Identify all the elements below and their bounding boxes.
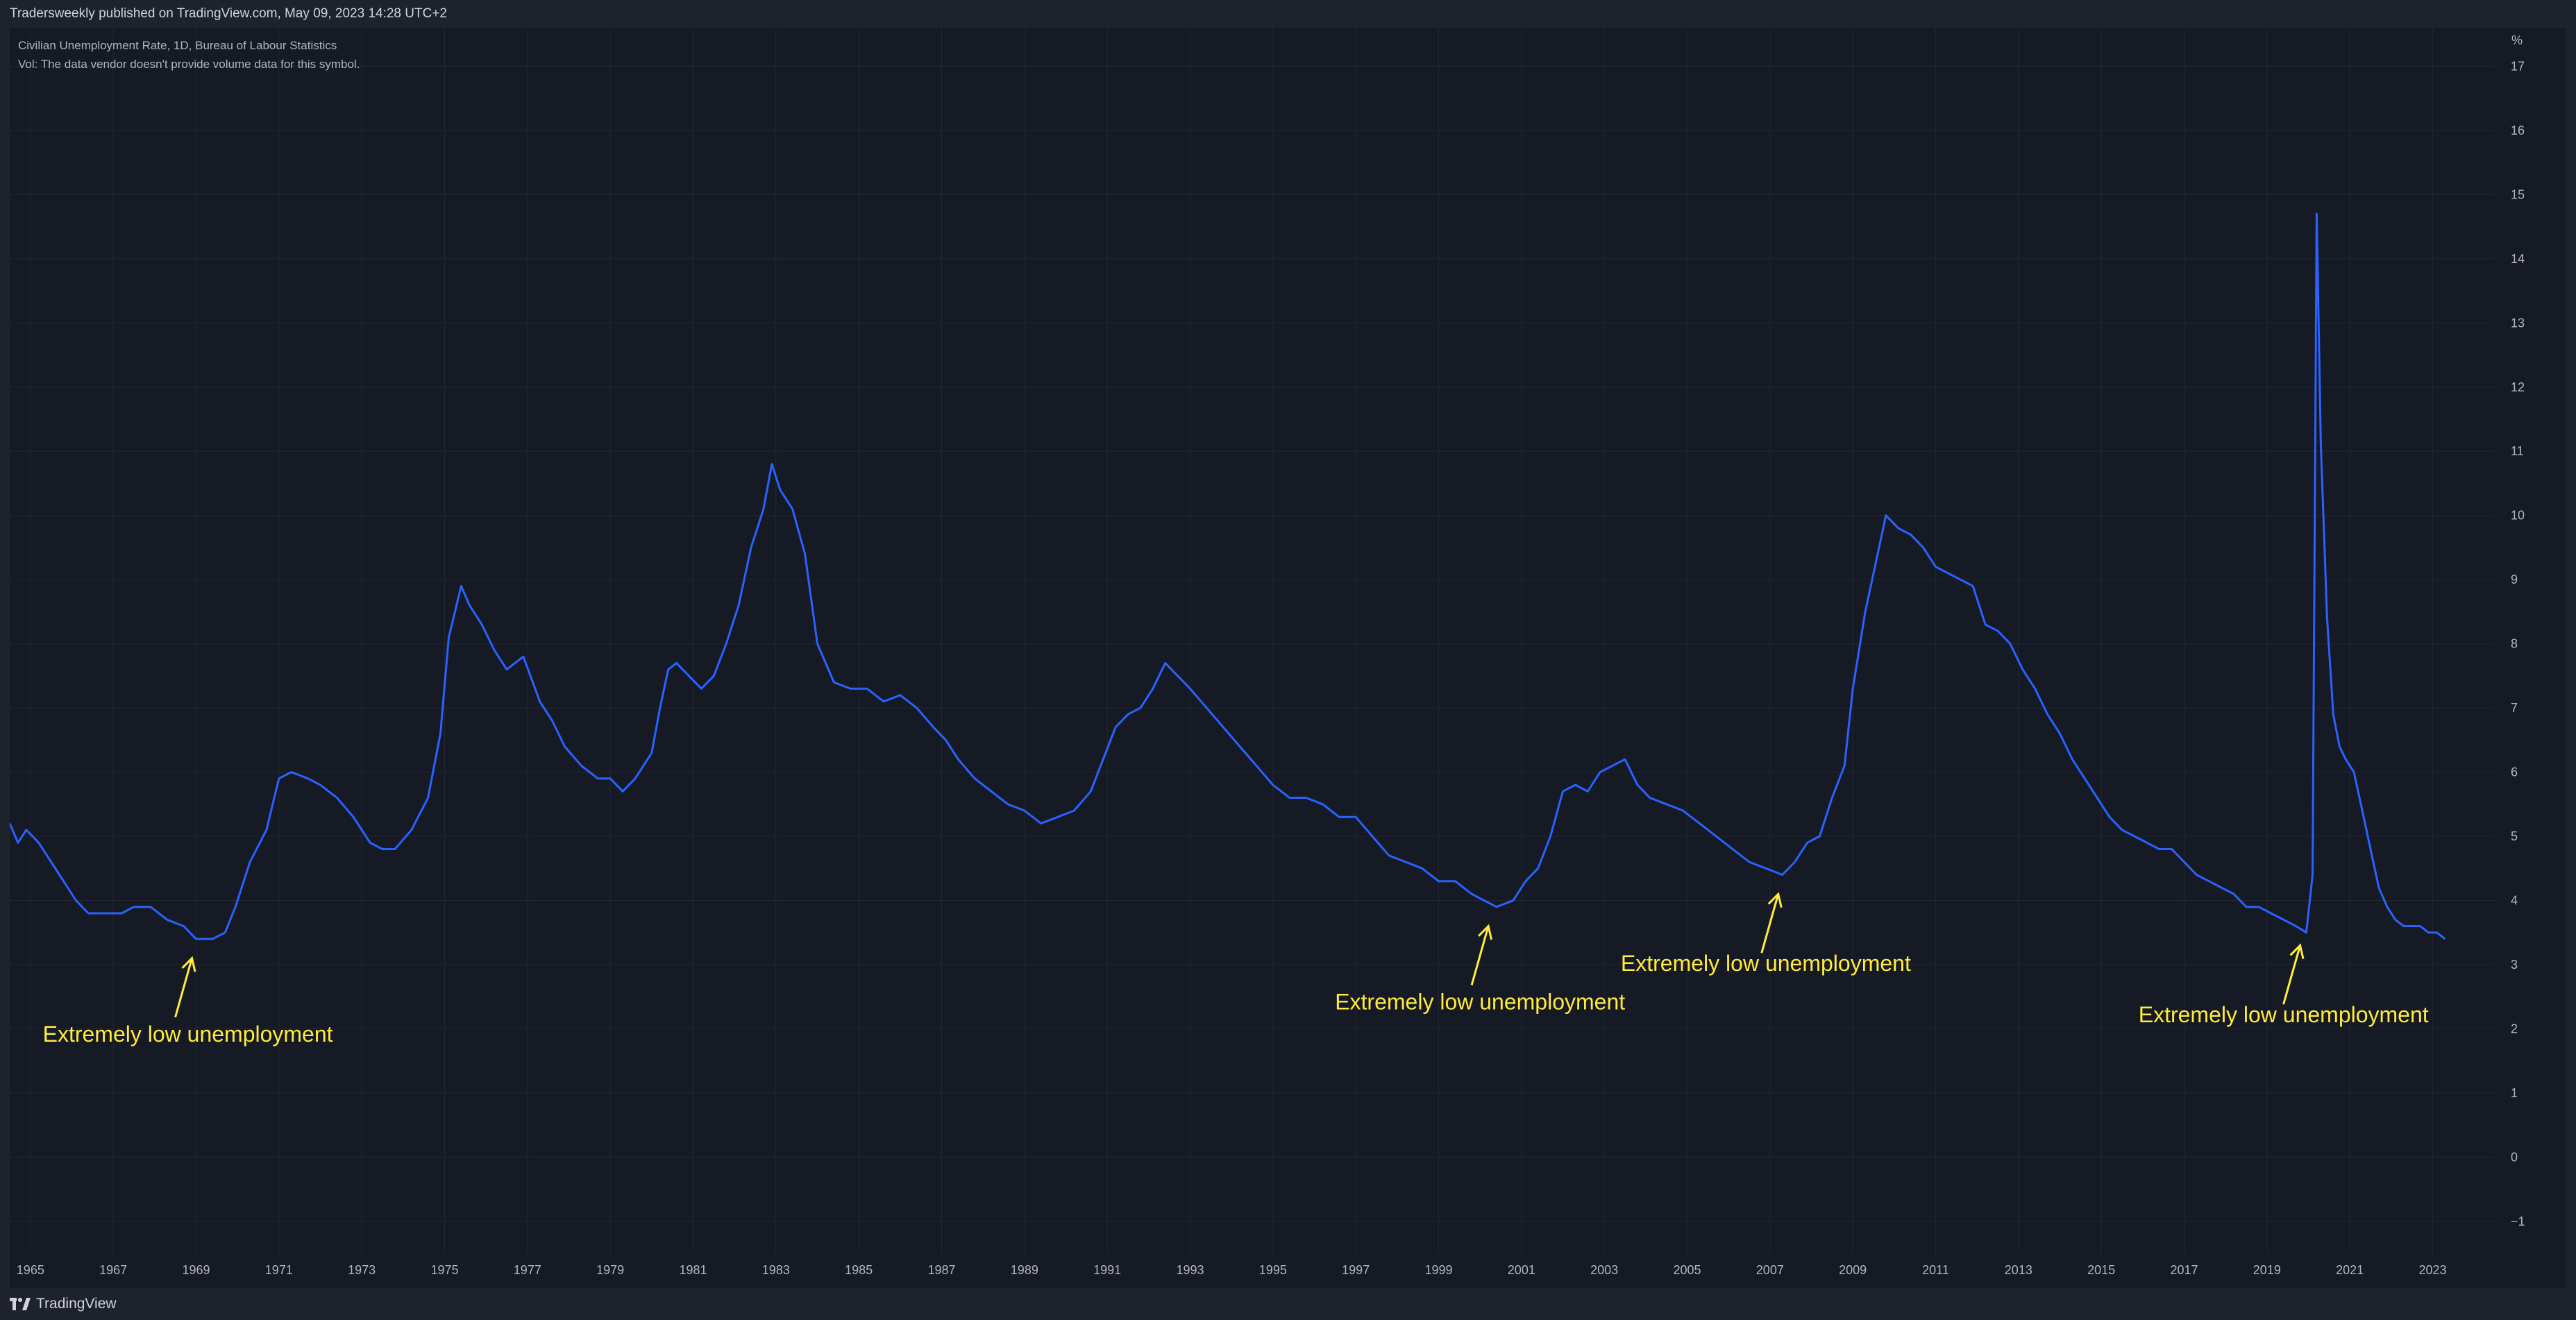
x-tick-label: 2019: [2253, 1263, 2281, 1277]
y-tick-label: 9: [2511, 573, 2518, 586]
annotation-layer: Extremely low unemployment Extremely low …: [43, 892, 2429, 1047]
y-axis[interactable]: −101234567891011121314151617: [2511, 59, 2525, 1228]
y-tick-label: 4: [2511, 893, 2518, 907]
x-tick-label: 1999: [1424, 1263, 1452, 1277]
x-tick-label: 1969: [182, 1263, 210, 1277]
y-tick-label: 6: [2511, 765, 2518, 779]
y-tick-label: 5: [2511, 829, 2518, 843]
annotation-label: Extremely low unemployment: [1621, 951, 1911, 976]
y-tick-label: 14: [2511, 252, 2525, 266]
x-tick-label: 1981: [679, 1263, 707, 1277]
x-tick-label: 2009: [1839, 1263, 1867, 1277]
y-tick-label: 17: [2511, 59, 2525, 73]
published-text: Tradersweekly published on TradingView.c…: [10, 6, 447, 21]
y-tick-label: 7: [2511, 701, 2518, 715]
annotation-label: Extremely low unemployment: [43, 1022, 333, 1047]
x-tick-label: 1989: [1011, 1263, 1038, 1277]
x-tick-label: 1985: [845, 1263, 873, 1277]
x-tick-label: 1987: [927, 1263, 955, 1277]
x-tick-label: 1979: [596, 1263, 624, 1277]
y-axis-unit-label: %: [2511, 33, 2523, 47]
x-tick-label: 1991: [1093, 1263, 1121, 1277]
y-tick-label: 8: [2511, 637, 2518, 651]
y-tick-label: 13: [2511, 316, 2525, 330]
x-tick-label: 2011: [1922, 1263, 1949, 1277]
y-tick-label: 1: [2511, 1086, 2518, 1100]
x-tick-label: 2015: [2087, 1263, 2115, 1277]
x-tick-label: 2023: [2418, 1263, 2446, 1277]
y-tick-label: −1: [2511, 1215, 2525, 1228]
x-tick-label: 1995: [1259, 1263, 1287, 1277]
x-tick-label: 1977: [514, 1263, 541, 1277]
x-tick-label: 2005: [1673, 1263, 1701, 1277]
grid-layer: [10, 28, 2495, 1253]
annotation-label: Extremely low unemployment: [2139, 1002, 2429, 1027]
y-tick-label: 0: [2511, 1150, 2518, 1164]
tradingview-logo-icon: [10, 1298, 31, 1310]
chart-pane[interactable]: Extremely low unemployment Extremely low …: [10, 28, 2566, 1288]
x-tick-label: 1971: [265, 1263, 293, 1277]
x-tick-label: 2003: [1590, 1263, 1618, 1277]
x-tick-label: 1973: [348, 1263, 376, 1277]
x-tick-label: 1965: [17, 1263, 44, 1277]
y-tick-label: 3: [2511, 958, 2518, 972]
tradingview-brand[interactable]: TradingView: [10, 1296, 117, 1312]
x-tick-label: 1993: [1176, 1263, 1204, 1277]
x-tick-label: 1983: [762, 1263, 790, 1277]
x-tick-label: 2001: [1508, 1263, 1535, 1277]
tradingview-brand-text: TradingView: [36, 1296, 117, 1312]
chart-svg[interactable]: Extremely low unemployment Extremely low …: [10, 28, 2566, 1288]
annotation-label: Extremely low unemployment: [1335, 990, 1625, 1015]
x-tick-label: 2007: [1756, 1263, 1784, 1277]
x-tick-label: 2021: [2336, 1263, 2364, 1277]
x-tick-label: 2017: [2170, 1263, 2198, 1277]
y-tick-label: 10: [2511, 509, 2525, 523]
x-axis[interactable]: 1965 1967 1969 1971 1973 1975 1977 1979 1981 1983…: [17, 1263, 2447, 1277]
legend-volume-line: Vol: The data vendor doesn't provide vol…: [18, 58, 360, 71]
footer-bar: TradingView: [0, 1288, 2576, 1320]
y-tick-label: 15: [2511, 187, 2525, 201]
y-tick-label: 16: [2511, 124, 2525, 137]
x-tick-label: 2013: [2005, 1263, 2032, 1277]
x-tick-label: 1967: [99, 1263, 127, 1277]
legend-symbol-line[interactable]: Civilian Unemployment Rate, 1D, Bureau o…: [18, 36, 360, 55]
x-tick-label: 1997: [1342, 1263, 1370, 1277]
y-tick-label: 2: [2511, 1022, 2518, 1035]
chart-legend: Civilian Unemployment Rate, 1D, Bureau o…: [18, 36, 360, 74]
x-tick-label: 1975: [430, 1263, 458, 1277]
y-tick-label: 12: [2511, 380, 2525, 394]
published-header: Tradersweekly published on TradingView.c…: [0, 0, 2576, 28]
y-tick-label: 11: [2511, 444, 2524, 458]
